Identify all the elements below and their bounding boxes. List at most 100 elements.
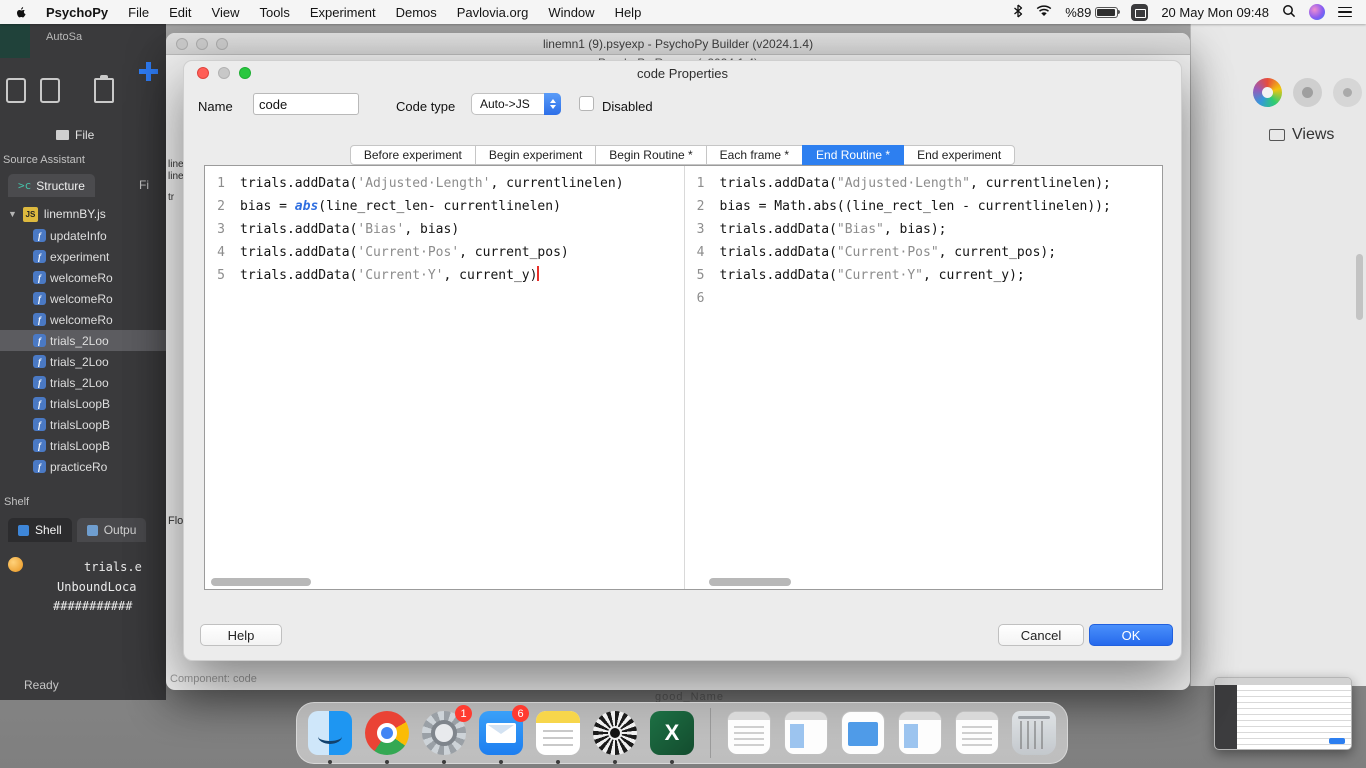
add-icon[interactable] (139, 62, 158, 81)
window-preview-thumbnail[interactable] (1214, 677, 1352, 750)
line-number: 3 (696, 222, 705, 237)
notes-icon[interactable] (534, 709, 582, 764)
help-button[interactable]: Help (200, 624, 282, 646)
apple-menu-icon[interactable] (14, 5, 28, 20)
js-code-pane[interactable]: 1 2 3 4 5 6 trials.addData("Adjusted·Length",… (683, 166, 1163, 589)
color-wheel-icon[interactable] (1253, 78, 1282, 107)
menu-pavlovia-org[interactable]: Pavlovia.org (447, 5, 539, 20)
battery-indicator[interactable]: %89 (1065, 5, 1121, 20)
expand-caret-icon[interactable]: ▼ (8, 209, 17, 219)
routine-tab-fragment-2: line (168, 171, 184, 182)
menu-tools[interactable]: Tools (249, 5, 299, 20)
horizontal-scrollbar[interactable] (211, 578, 311, 586)
zoom-button[interactable] (239, 67, 251, 79)
menu-view[interactable]: View (202, 5, 250, 20)
menu-experiment[interactable]: Experiment (300, 5, 386, 20)
tree-item[interactable]: f experiment (0, 246, 166, 267)
tab-file-partial[interactable]: Fi (139, 178, 149, 192)
code-type-select[interactable]: Auto->JS (471, 93, 561, 115)
tree-root[interactable]: ▼ JS linemnBY.js (0, 203, 166, 225)
wifi-icon[interactable] (1036, 4, 1052, 20)
routine-tab-fragment-3: tr (168, 192, 175, 203)
tree-item[interactable]: f trialsLoopB (0, 435, 166, 456)
menu-file[interactable]: File (118, 5, 159, 20)
tree-item[interactable]: f trialsLoopB (0, 393, 166, 414)
close-button[interactable] (197, 67, 209, 79)
minimize-button[interactable] (196, 38, 208, 50)
tree-item[interactable]: f trials_2Loo (0, 330, 166, 351)
python-code-text[interactable]: trials.addData('Adjusted·Length', curren… (231, 166, 624, 589)
trash-icon[interactable] (1010, 709, 1058, 757)
tree-item-label: welcomeRo (50, 270, 113, 285)
line-number: 5 (217, 268, 225, 283)
cancel-button[interactable]: Cancel (998, 624, 1084, 646)
menu-window[interactable]: Window (538, 5, 604, 20)
tab-output[interactable]: Outpu (76, 518, 147, 542)
tree-item[interactable]: f welcomeRo (0, 309, 166, 330)
chrome-icon[interactable] (363, 709, 411, 764)
tree-item[interactable]: f welcomeRo (0, 288, 166, 309)
siri-icon[interactable] (1309, 4, 1325, 20)
tab-structure[interactable]: >c Structure (8, 174, 95, 197)
menu-app-name[interactable]: PsychoPy (36, 5, 118, 20)
horizontal-scrollbar[interactable] (708, 578, 791, 586)
document-5-glyph (955, 711, 999, 755)
tree-item[interactable]: f updateInfo (0, 225, 166, 246)
views-button[interactable]: Views (1269, 126, 1334, 144)
tree-item[interactable]: f welcomeRo (0, 267, 166, 288)
close-button[interactable] (176, 38, 188, 50)
tree-item[interactable]: f trialsLoopB (0, 414, 166, 435)
menu-clock[interactable]: 20 May Mon 09:48 (1161, 5, 1269, 20)
js-code-text[interactable]: trials.addData("Adjusted·Length", curren… (711, 166, 1111, 589)
finder-icon[interactable] (306, 709, 354, 764)
tree-item-label: trials_2Loo (50, 354, 109, 369)
tab-before-experiment[interactable]: Before experiment (349, 145, 476, 165)
tab-each-frame[interactable]: Each frame * (705, 145, 804, 165)
python-code-pane[interactable]: 1 2 3 4 5 trials.addData('Adjusted·Length', … (205, 166, 684, 589)
zoom-button[interactable] (216, 38, 228, 50)
mail-icon[interactable]: 6 (477, 705, 529, 764)
minimize-button[interactable] (218, 67, 230, 79)
menu-edit[interactable]: Edit (159, 5, 201, 20)
spotlight-icon[interactable] (1282, 4, 1296, 21)
tab-end-experiment[interactable]: End experiment (903, 145, 1016, 165)
toolbar-circle-icon-2[interactable] (1333, 78, 1362, 107)
open-file-icon[interactable] (40, 78, 60, 103)
ok-button[interactable]: OK (1089, 624, 1173, 646)
dialog-title-bar[interactable]: code Properties (184, 61, 1181, 85)
document-4-icon[interactable] (896, 709, 944, 757)
document-2-icon[interactable] (782, 709, 830, 757)
excel-icon[interactable]: X (648, 709, 696, 764)
menu-help[interactable]: Help (605, 5, 652, 20)
tab-end-routine[interactable]: End Routine * (802, 145, 905, 165)
tree-item[interactable]: f trials_2Loo (0, 351, 166, 372)
control-center-icon[interactable] (1338, 6, 1352, 18)
function-icon: f (33, 313, 46, 326)
menu-demos[interactable]: Demos (386, 5, 447, 20)
running-indicator (385, 760, 389, 764)
tree-item[interactable]: f practiceRo (0, 456, 166, 477)
system-preferences-icon[interactable]: 1 (420, 705, 472, 764)
builder-title-bar[interactable]: linemn1 (9).psyexp - PsychoPy Builder (v… (166, 33, 1190, 55)
disc-icon[interactable] (591, 709, 639, 764)
disabled-checkbox[interactable] (579, 96, 594, 111)
document-1-icon[interactable] (725, 709, 773, 757)
new-file-icon[interactable] (6, 78, 26, 103)
tab-begin-experiment[interactable]: Begin experiment (474, 145, 597, 165)
input-source-icon[interactable] (1131, 3, 1149, 21)
document-3-icon[interactable] (839, 709, 887, 757)
tab-begin-routine[interactable]: Begin Routine * (595, 145, 707, 165)
clipboard-icon[interactable] (94, 75, 114, 103)
name-input[interactable] (253, 93, 359, 115)
source-assistant-title: Source Assistant (3, 154, 85, 166)
tree-item[interactable]: f trials_2Loo (0, 372, 166, 393)
views-label: Views (1292, 126, 1335, 143)
builder-window-title: linemn1 (9).psyexp - PsychoPy Builder (v… (542, 36, 814, 51)
toolbar-circle-icon[interactable] (1293, 78, 1322, 107)
document-1-glyph (727, 711, 771, 755)
dock: 1 6 X (296, 702, 1068, 764)
bluetooth-icon[interactable] (1013, 4, 1023, 21)
tab-shell[interactable]: Shell (8, 518, 72, 542)
document-5-icon[interactable] (953, 709, 1001, 757)
vertical-scrollbar[interactable] (1356, 254, 1363, 320)
